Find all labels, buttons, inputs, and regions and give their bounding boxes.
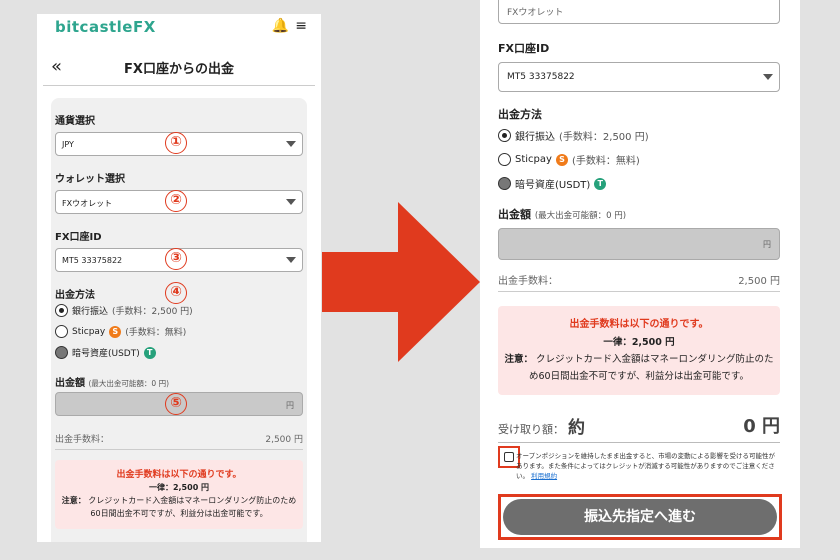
left-screen: bitcastleFX 🔔 ≡ « FX口座からの出金 通貨選択 JPY ① ウ… xyxy=(37,14,321,542)
method-bank-radio[interactable]: 銀行振込 (手数料：2,500 円) xyxy=(498,128,649,143)
fee-notice: 出金手数料は以下の通りです。 一律：2,500 円 注意： クレジットカード入金… xyxy=(498,306,780,396)
sticpay-icon: S xyxy=(109,325,122,338)
account-select[interactable]: MT5 33375822 xyxy=(498,62,780,92)
method-crypto-radio[interactable]: 暗号資産(USDT) T xyxy=(55,346,156,359)
app-header: bitcastleFX 🔔 ≡ « FX口座からの出金 xyxy=(43,14,315,86)
step-5-marker: ⑤ xyxy=(165,393,187,415)
chevron-down-icon xyxy=(286,257,296,263)
amount-input[interactable]: 円 xyxy=(498,228,780,260)
tether-icon: T xyxy=(594,177,607,190)
step-2-marker: ② xyxy=(165,190,187,212)
method-label: 出金方法 xyxy=(498,108,542,121)
chevron-down-icon xyxy=(286,141,296,147)
method-bank-radio[interactable]: 銀行振込 (手数料：2,500 円) xyxy=(55,304,193,317)
fee-notice: 出金手数料は以下の通りです。 一律：2,500 円 注意： クレジットカード入金… xyxy=(55,460,303,529)
step-3-marker: ③ xyxy=(165,248,187,270)
amount-label: 出金額 (最大出金可能額：0 円) xyxy=(55,378,169,389)
page-title: FX口座からの出金 xyxy=(124,62,234,77)
step-4-marker: ④ xyxy=(165,282,187,304)
sticpay-icon: S xyxy=(555,153,568,166)
method-crypto-radio[interactable]: 暗号資産(USDT) T xyxy=(498,176,607,191)
chevron-down-icon xyxy=(763,74,773,80)
amount-label: 出金額 (最大出金可能額：0 円) xyxy=(498,208,627,221)
bell-icon[interactable]: 🔔 xyxy=(272,18,289,34)
account-label: FX口座ID xyxy=(55,232,102,243)
account-label: FX口座ID xyxy=(498,42,550,55)
method-label: 出金方法 xyxy=(55,290,95,301)
method-sticpay-radio[interactable]: Sticpay S (手数料：無料) xyxy=(498,152,640,167)
chevron-down-icon xyxy=(286,199,296,205)
fee-row: 出金手数料： 2,500 円 xyxy=(498,272,780,292)
menu-icon[interactable]: ≡ xyxy=(295,18,307,34)
terms-link[interactable]: 利用規約 xyxy=(531,472,557,480)
submit-highlight: 振込先指定へ進む xyxy=(498,494,782,540)
wallet-select-partial[interactable]: FXウオレット xyxy=(498,0,780,24)
proceed-button[interactable]: 振込先指定へ進む xyxy=(503,499,777,535)
step-1-marker: ① xyxy=(165,132,187,154)
currency-label: 通貨選択 xyxy=(55,116,95,127)
logo: bitcastleFX xyxy=(55,18,156,36)
agree-text: オープンポジションを維持したまま出金すると、市場の変動による影響を受ける可能性が… xyxy=(516,452,775,480)
receive-amount-row: 受け取り額：約 0 円 xyxy=(498,412,780,443)
wallet-label: ウォレット選択 xyxy=(55,174,125,185)
form-panel: 通貨選択 JPY ① ウォレット選択 FXウオレット ② FX口座ID MT5 … xyxy=(51,98,307,542)
tether-icon: T xyxy=(143,346,156,359)
right-screen: FXウオレット FX口座ID MT5 33375822 出金方法 銀行振込 (手数… xyxy=(480,0,800,548)
method-sticpay-radio[interactable]: Sticpay S (手数料：無料) xyxy=(55,325,186,338)
fee-row: 出金手数料： 2,500 円 xyxy=(55,432,303,450)
